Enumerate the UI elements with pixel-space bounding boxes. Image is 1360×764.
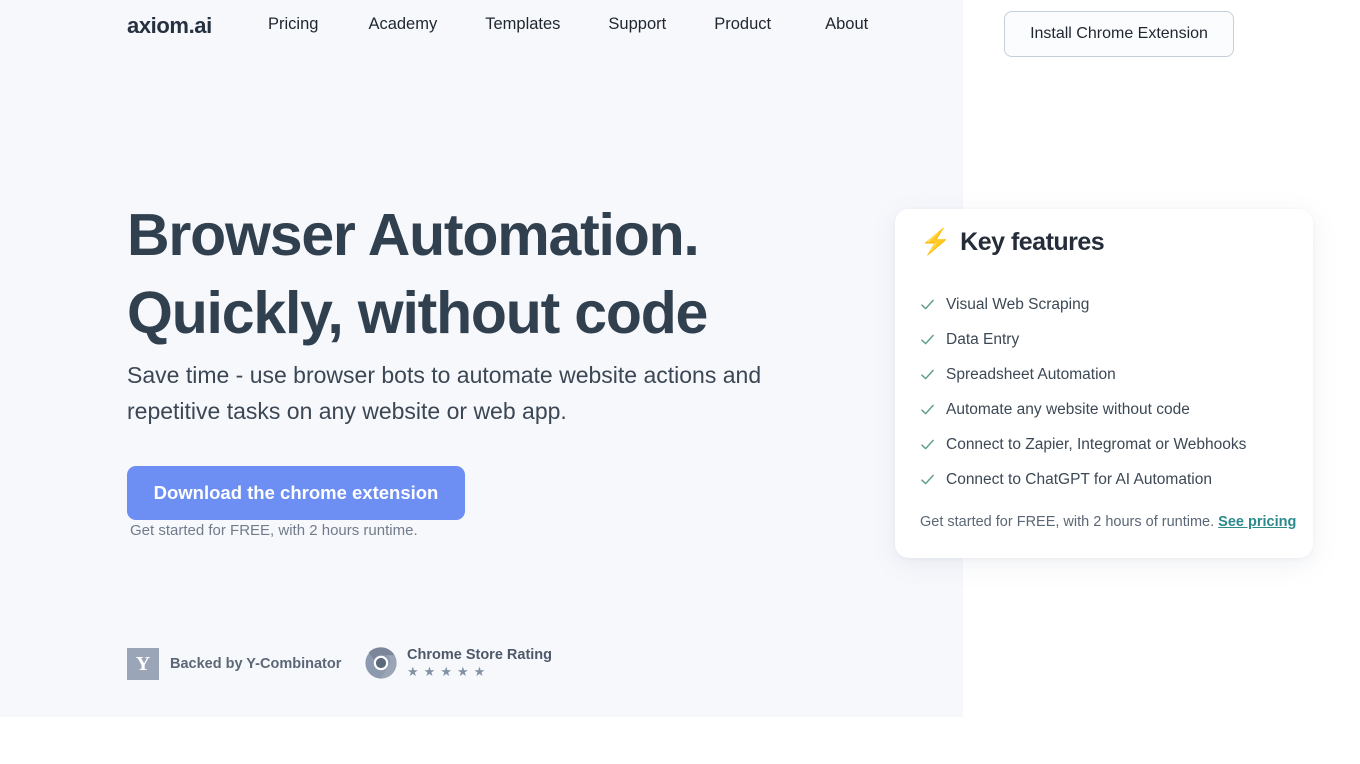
chrome-store-rating-label: Chrome Store Rating <box>407 646 553 663</box>
card-footnote-text: Get started for FREE, with 2 hours of ru… <box>920 514 1219 530</box>
feature-label: Automate any website without code <box>946 400 1190 418</box>
feature-label: Connect to Zapier, Integromat or Webhook… <box>946 435 1247 453</box>
nav-links-group: Pricing Academy Templates Support Produc… <box>268 16 868 33</box>
nav-item-support[interactable]: Support <box>608 16 666 33</box>
nav-item-academy[interactable]: Academy <box>368 16 437 33</box>
check-icon <box>921 334 934 345</box>
feature-item-visual-web-scraping: Visual Web Scraping <box>920 287 1290 322</box>
check-icon <box>921 369 934 380</box>
cta-runtime-note: Get started for FREE, with 2 hours runti… <box>130 522 418 539</box>
hero-subcopy: Save time - use browser bots to automate… <box>127 362 762 424</box>
nav-item-pricing[interactable]: Pricing <box>268 16 318 33</box>
star-icon: ★ <box>456 664 469 680</box>
star-icon: ★ <box>407 664 419 680</box>
hero-headline: Browser Automation. Quickly, without cod… <box>127 202 708 346</box>
top-navigation-bar: axiom.ai Pricing Academy Templates Suppo… <box>0 0 1360 57</box>
star-icon: ★ <box>423 664 436 680</box>
chrome-logo-icon <box>365 647 397 679</box>
key-features-title: Key features <box>960 228 1105 256</box>
check-icon <box>921 474 934 485</box>
card-runtime-footnote: Get started for FREE, with 2 hours of ru… <box>920 513 1296 531</box>
nav-item-about[interactable]: About <box>825 16 868 33</box>
see-pricing-link[interactable]: See pricing <box>1218 514 1296 530</box>
feature-label: Spreadsheet Automation <box>946 365 1116 383</box>
y-combinator-icon: Y <box>127 648 159 680</box>
feature-item-spreadsheet-automation: Spreadsheet Automation <box>920 357 1290 392</box>
key-features-card: ⚡ Key features Visual Web Scraping Data … <box>895 209 1313 558</box>
feature-item-connect-zapier: Connect to Zapier, Integromat or Webhook… <box>920 427 1290 462</box>
star-icon: ★ <box>473 664 486 680</box>
star-rating: ★ ★ ★ ★ ★ <box>407 665 552 678</box>
install-chrome-extension-button[interactable]: Install Chrome Extension <box>1004 11 1234 57</box>
feature-label: Data Entry <box>946 330 1020 348</box>
y-combinator-label: Backed by Y-Combinator <box>170 655 342 672</box>
feature-item-connect-chatgpt: Connect to ChatGPT for AI Automation <box>920 462 1290 497</box>
nav-item-product[interactable]: Product <box>714 16 771 33</box>
check-icon <box>921 439 934 450</box>
feature-item-data-entry: Data Entry <box>920 322 1290 357</box>
brand-logo-axiom-ai[interactable]: axiom.ai <box>127 15 212 37</box>
nav-item-templates[interactable]: Templates <box>485 16 560 33</box>
feature-label: Connect to ChatGPT for AI Automation <box>946 470 1212 488</box>
feature-item-automate-without-code: Automate any website without code <box>920 392 1290 427</box>
y-combinator-badge: Y Backed by Y-Combinator <box>127 648 341 680</box>
key-features-list: Visual Web Scraping Data Entry Spreadshe… <box>920 287 1290 497</box>
star-icon: ★ <box>440 664 452 680</box>
chrome-rating-texts: Chrome Store Rating ★ ★ ★ ★ ★ <box>407 648 552 679</box>
lightning-bolt-icon: ⚡ <box>920 228 952 256</box>
check-icon <box>921 404 934 415</box>
download-chrome-extension-button[interactable]: Download the chrome extension <box>127 466 465 520</box>
key-features-header: ⚡ Key features <box>920 228 1105 256</box>
chrome-store-rating-badge: Chrome Store Rating ★ ★ ★ ★ ★ <box>364 646 552 680</box>
feature-label: Visual Web Scraping <box>946 295 1090 313</box>
check-icon <box>921 299 934 310</box>
